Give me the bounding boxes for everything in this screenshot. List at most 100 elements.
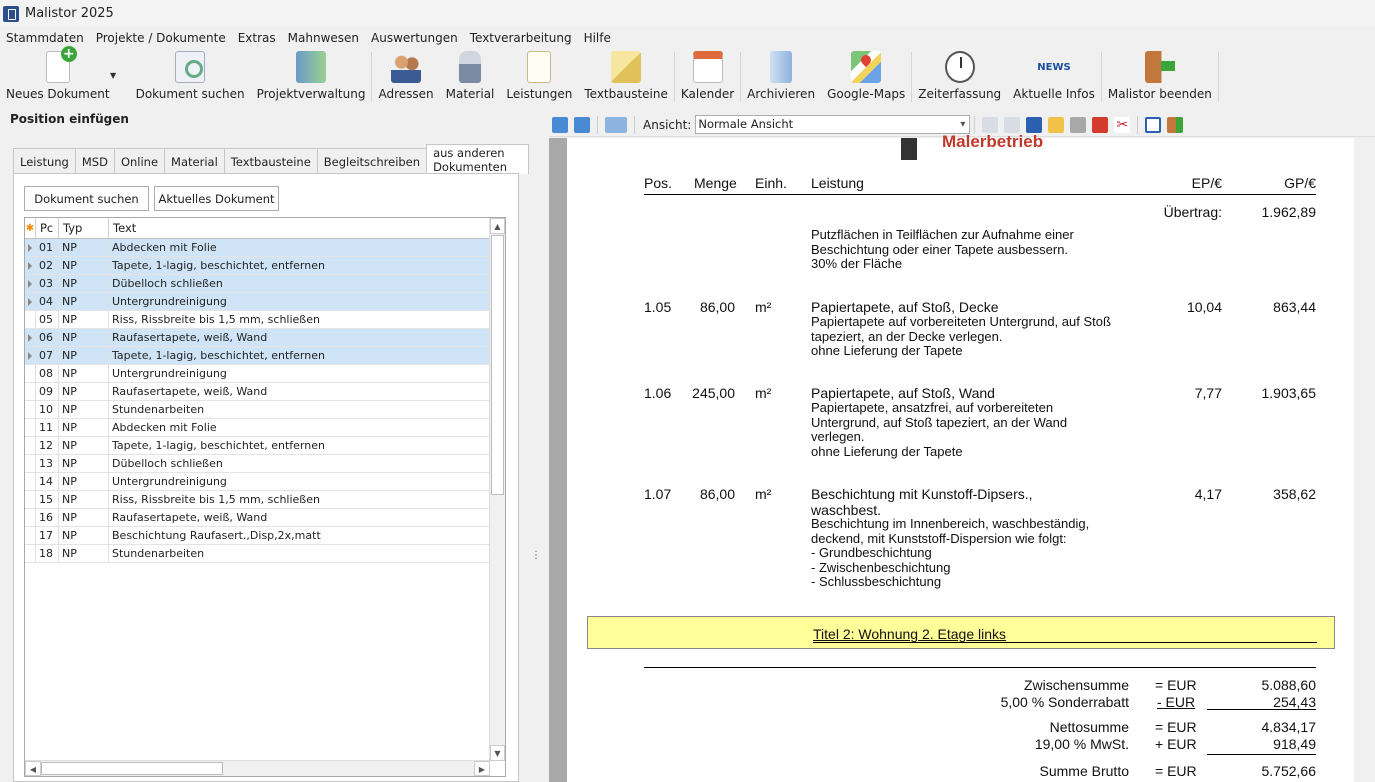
row-indicator[interactable]	[25, 455, 36, 472]
row-indicator[interactable]	[25, 401, 36, 418]
menu-stammdaten[interactable]: Stammdaten	[0, 31, 90, 45]
row-indicator[interactable]	[25, 419, 36, 436]
tab-msd[interactable]: MSD	[74, 148, 115, 174]
row-indicator[interactable]	[25, 491, 36, 508]
structure-dropdown-icon[interactable]	[605, 116, 627, 133]
archive-button[interactable]: Archivieren	[741, 49, 821, 105]
search-document-button[interactable]: Dokument suchen	[130, 49, 251, 105]
google-maps-button[interactable]: Google-Maps	[821, 49, 911, 105]
table-row[interactable]: 13 NP Dübelloch schließen	[25, 455, 490, 473]
table-row[interactable]: 07 NP Tapete, 1-lagig, beschichtet, entfer…	[25, 347, 490, 365]
table-row[interactable]: 09 NP Raufasertapete, weiß, Wand	[25, 383, 490, 401]
addresses-button[interactable]: Adressen	[372, 49, 439, 105]
menu-textverarbeitung[interactable]: Textverarbeitung	[464, 31, 578, 45]
exit-small-icon[interactable]	[1167, 116, 1184, 133]
row-indicator[interactable]	[25, 239, 36, 256]
table-row[interactable]: 04 NP Untergrundreinigung	[25, 293, 490, 311]
row-indicator[interactable]	[25, 509, 36, 526]
pdf-icon[interactable]	[1092, 116, 1109, 133]
row-indicator[interactable]	[25, 473, 36, 490]
table-row[interactable]: 18 NP Stundenarbeiten	[25, 545, 490, 563]
scroll-right-arrow-icon[interactable]: ▶	[474, 761, 490, 776]
table-row[interactable]: 05 NP Riss, Rissbreite bis 1,5 mm, schließ…	[25, 311, 490, 329]
news-button[interactable]: NEWS Aktuelle Infos	[1007, 49, 1101, 105]
calendar-button[interactable]: Kalender	[675, 49, 740, 105]
tab-other-documents[interactable]: aus anderen Dokumenten	[426, 144, 529, 174]
page-layout-icon[interactable]	[982, 116, 999, 133]
table-row[interactable]: 12 NP Tapete, 1-lagig, beschichtet, entfer…	[25, 437, 490, 455]
row-indicator[interactable]	[25, 365, 36, 382]
vertical-scrollbar[interactable]: ▲ ▼	[489, 218, 505, 761]
row-indicator[interactable]	[25, 545, 36, 562]
row-indicator[interactable]	[25, 383, 36, 400]
table-row[interactable]: 01 NP Abdecken mit Folie	[25, 239, 490, 257]
row-indicator[interactable]	[25, 275, 36, 292]
gross-value: 5.752,66	[1261, 763, 1317, 779]
table-row[interactable]: 17 NP Beschichtung Raufasert.,Disp,2x,matt	[25, 527, 490, 545]
textblocks-button[interactable]: Textbausteine	[578, 49, 674, 105]
tab-leistung[interactable]: Leistung	[13, 148, 76, 174]
menu-mahnwesen[interactable]: Mahnwesen	[282, 31, 365, 45]
services-button[interactable]: Leistungen	[500, 49, 578, 105]
cell-pc: 05	[36, 311, 59, 328]
table-row[interactable]: 14 NP Untergrundreinigung	[25, 473, 490, 491]
pos-title: Papiertapete, auf Stoß, Decke	[811, 299, 999, 315]
row-indicator[interactable]	[25, 437, 36, 454]
row-indicator[interactable]	[25, 347, 36, 364]
row-indicator[interactable]	[25, 257, 36, 274]
table-row[interactable]: 08 NP Untergrundreinigung	[25, 365, 490, 383]
print-icon[interactable]	[1070, 116, 1087, 133]
material-button[interactable]: Material	[440, 49, 501, 105]
cut-icon[interactable]: ✂	[1114, 116, 1131, 133]
move-down-icon[interactable]	[574, 116, 590, 133]
menu-projekte[interactable]: Projekte / Dokumente	[90, 31, 232, 45]
table-row[interactable]: 16 NP Raufasertapete, weiß, Wand	[25, 509, 490, 527]
page-view-icon[interactable]	[1004, 116, 1021, 133]
table-row[interactable]: 11 NP Abdecken mit Folie	[25, 419, 490, 437]
exit-button[interactable]: Malistor beenden	[1102, 49, 1218, 105]
menu-hilfe[interactable]: Hilfe	[578, 31, 617, 45]
search-document-button-2[interactable]: Dokument suchen	[24, 186, 149, 211]
row-indicator[interactable]	[25, 311, 36, 328]
hscroll-thumb[interactable]	[41, 762, 223, 775]
table-row[interactable]: 03 NP Dübelloch schließen	[25, 275, 490, 293]
dropdown-arrow-icon[interactable]: ▼	[110, 71, 116, 80]
pos-title: Papiertapete, auf Stoß, Wand	[811, 385, 995, 401]
section-title-box[interactable]: Titel 2: Wohnung 2. Etage links	[587, 616, 1335, 649]
cell-text: Untergrundreinigung	[109, 293, 490, 310]
table-row[interactable]: 10 NP Stundenarbeiten	[25, 401, 490, 419]
menu-auswertungen[interactable]: Auswertungen	[365, 31, 464, 45]
project-management-button[interactable]: Projektverwaltung	[251, 49, 372, 105]
column-header-typ[interactable]: Typ	[59, 218, 109, 238]
horizontal-scrollbar[interactable]: ◀ ▶	[25, 760, 490, 776]
copy-icon[interactable]	[1145, 116, 1162, 133]
current-document-button[interactable]: Aktuelles Dokument	[154, 186, 279, 211]
view-select[interactable]: Normale Ansicht	[695, 115, 971, 134]
row-indicator[interactable]	[25, 527, 36, 544]
column-header-pc[interactable]: Pc	[36, 218, 59, 238]
scroll-up-arrow-icon[interactable]: ▲	[490, 218, 505, 234]
table-row[interactable]: 02 NP Tapete, 1-lagig, beschichtet, entfer…	[25, 257, 490, 275]
scroll-down-arrow-icon[interactable]: ▼	[490, 745, 505, 761]
table-row[interactable]: 06 NP Raufasertapete, weiß, Wand	[25, 329, 490, 347]
report-icon[interactable]	[1026, 116, 1043, 133]
new-document-button[interactable]: Neues Dokument ▼	[0, 46, 130, 105]
tab-begleitschreiben[interactable]: Begleitschreiben	[316, 148, 428, 174]
row-indicator[interactable]	[25, 293, 36, 310]
email-icon[interactable]	[1048, 116, 1065, 133]
discount-label: 5,00 % Sonderrabatt	[1000, 694, 1129, 710]
scroll-left-arrow-icon[interactable]: ◀	[25, 761, 41, 776]
row-indicator[interactable]	[25, 329, 36, 346]
document-scrollbar[interactable]	[1354, 138, 1375, 782]
tab-textbausteine[interactable]: Textbausteine	[223, 148, 318, 174]
tab-online[interactable]: Online	[113, 148, 166, 174]
move-up-icon[interactable]	[552, 116, 568, 133]
table-row[interactable]: 15 NP Riss, Rissbreite bis 1,5 mm, schließ…	[25, 491, 490, 509]
column-header-text[interactable]: Text	[109, 218, 490, 238]
time-tracking-button[interactable]: Zeiterfassung	[912, 49, 1007, 105]
splitter-handle[interactable]: ⋮	[531, 550, 541, 561]
menu-extras[interactable]: Extras	[232, 31, 282, 45]
scroll-thumb[interactable]	[491, 235, 504, 495]
cell-pc: 04	[36, 293, 59, 310]
tab-material[interactable]: Material	[164, 148, 225, 174]
